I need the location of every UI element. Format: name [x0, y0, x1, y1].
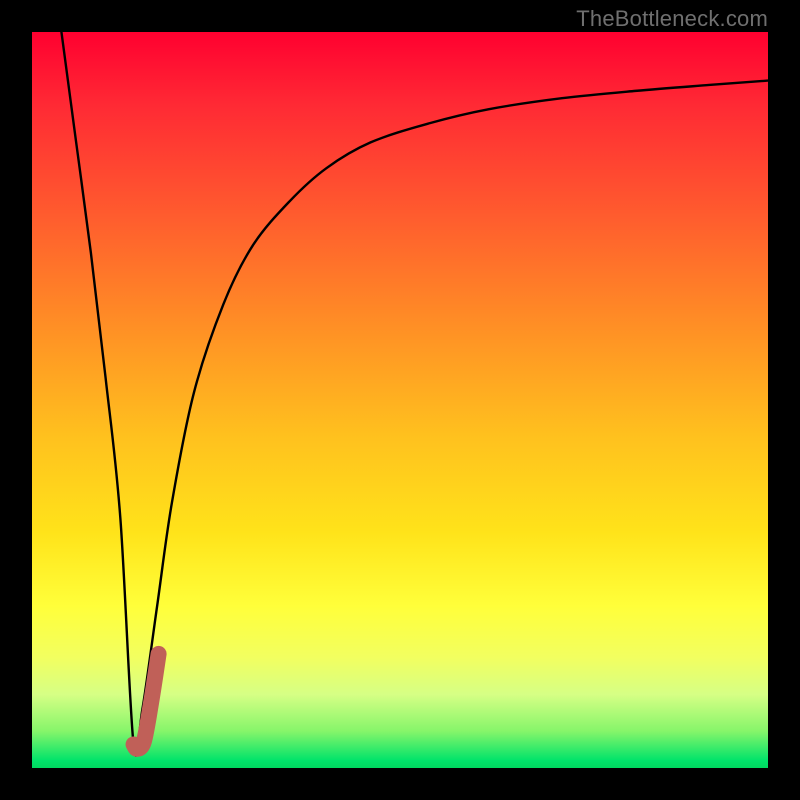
chart-frame: TheBottleneck.com [0, 0, 800, 800]
highlight-segment-path [134, 654, 159, 749]
chart-svg [32, 32, 768, 768]
watermark-text: TheBottleneck.com [576, 6, 768, 32]
bottleneck-curve-path [61, 32, 768, 756]
plot-area [32, 32, 768, 768]
